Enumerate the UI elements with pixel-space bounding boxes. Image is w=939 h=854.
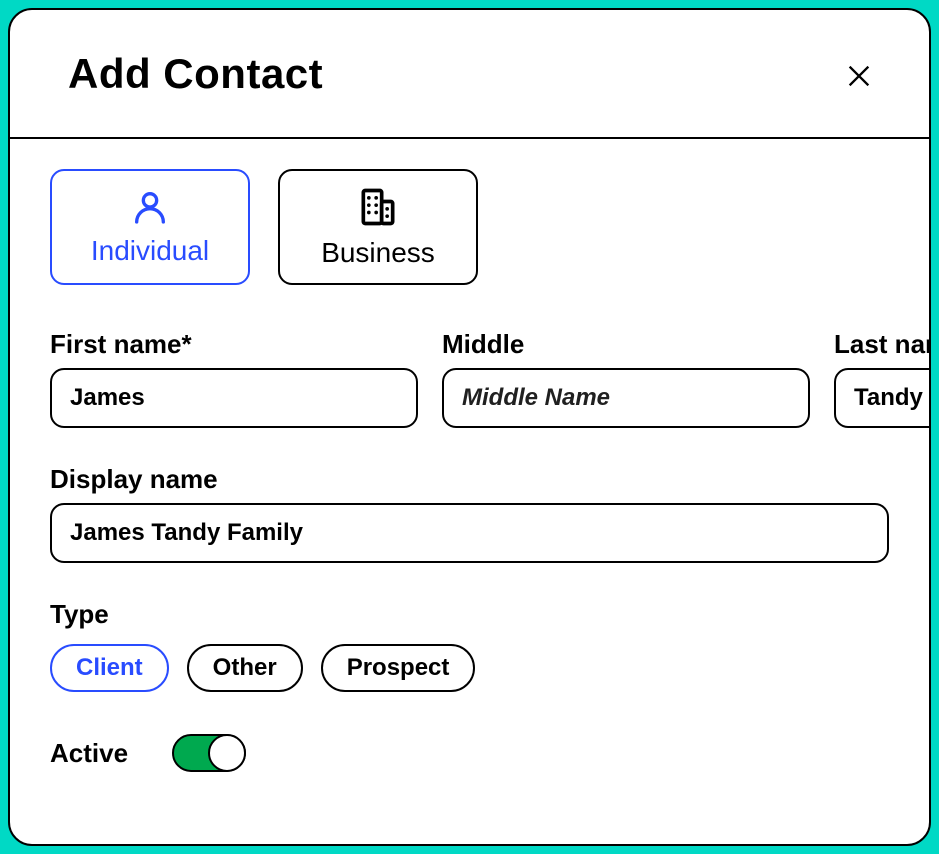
tab-individual-label: Individual bbox=[91, 235, 209, 267]
first-name-field-group: First name* bbox=[50, 329, 418, 428]
active-toggle[interactable] bbox=[172, 734, 246, 772]
toggle-knob bbox=[208, 734, 246, 772]
last-name-field-group: Last name* bbox=[834, 329, 931, 428]
middle-name-field-group: Middle bbox=[442, 329, 810, 428]
active-label: Active bbox=[50, 738, 128, 769]
modal-title: Add Contact bbox=[68, 50, 323, 98]
middle-name-input[interactable] bbox=[442, 368, 810, 428]
tab-business-label: Business bbox=[321, 237, 435, 269]
modal-header: Add Contact bbox=[10, 10, 929, 139]
first-name-input[interactable] bbox=[50, 368, 418, 428]
add-contact-modal: Add Contact Individual bbox=[8, 8, 931, 846]
active-row: Active bbox=[50, 734, 889, 772]
type-chip-row: Client Other Prospect bbox=[50, 644, 889, 692]
display-name-input[interactable] bbox=[50, 503, 889, 563]
first-name-label: First name* bbox=[50, 329, 418, 360]
type-chip-other[interactable]: Other bbox=[187, 644, 303, 692]
type-chip-client[interactable]: Client bbox=[50, 644, 169, 692]
display-name-label: Display name bbox=[50, 464, 889, 495]
tab-business[interactable]: Business bbox=[278, 169, 478, 285]
building-icon bbox=[356, 185, 400, 229]
close-button[interactable] bbox=[837, 54, 881, 101]
type-label: Type bbox=[50, 599, 889, 630]
contact-type-tabs: Individual Business bbox=[50, 169, 889, 285]
last-name-input[interactable] bbox=[834, 368, 931, 428]
display-name-field-group: Display name bbox=[50, 464, 889, 563]
close-icon bbox=[845, 62, 873, 90]
last-name-label: Last name* bbox=[834, 329, 931, 360]
person-icon bbox=[130, 187, 170, 227]
tab-individual[interactable]: Individual bbox=[50, 169, 250, 285]
middle-name-label: Middle bbox=[442, 329, 810, 360]
type-chip-prospect[interactable]: Prospect bbox=[321, 644, 476, 692]
name-fields-row: First name* Middle Last name* bbox=[50, 329, 889, 428]
modal-body: Individual Business bbox=[10, 139, 929, 844]
type-section: Type Client Other Prospect bbox=[50, 599, 889, 692]
